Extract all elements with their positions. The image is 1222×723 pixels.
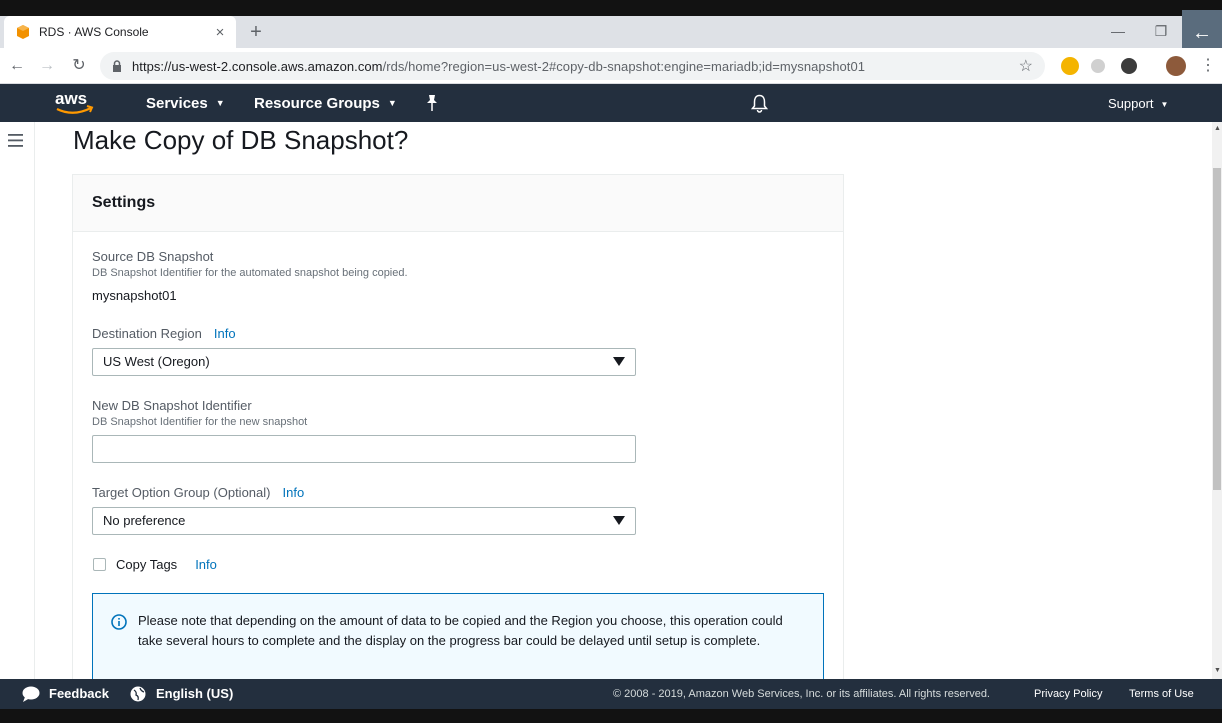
notice-text: Please note that depending on the amount… xyxy=(138,613,783,648)
browser-menu-icon[interactable]: ⋮ xyxy=(1196,54,1220,78)
option-group-select[interactable]: No preference xyxy=(92,507,636,535)
source-snapshot-value: mysnapshot01 xyxy=(92,288,177,303)
restore-icon[interactable]: ❐ xyxy=(1141,16,1181,48)
option-group-info-link[interactable]: Info xyxy=(282,485,304,500)
dropdown-arrow-icon xyxy=(613,516,625,525)
aws-top-nav: aws Services ▼ Resource Groups ▼ Support ▼ xyxy=(0,84,1222,122)
main-content: Make Copy of DB Snapshot? Settings Sourc… xyxy=(0,122,1212,679)
option-group-label-text: Target Option Group (Optional) xyxy=(92,485,271,500)
support-label: Support xyxy=(1108,96,1154,111)
copy-tags-label-text: Copy Tags xyxy=(116,557,178,572)
option-group-label: Target Option Group (Optional) Info xyxy=(92,485,304,500)
page-title: Make Copy of DB Snapshot? xyxy=(73,125,409,155)
services-menu[interactable]: Services ▼ xyxy=(146,84,225,122)
scrollbar-thumb[interactable] xyxy=(1213,168,1221,490)
hamburger-icon[interactable] xyxy=(8,134,23,147)
tab-close-icon[interactable]: × xyxy=(212,24,228,41)
copy-tags-label: Copy Tags Info xyxy=(116,557,217,572)
url-field[interactable]: https://us-west-2.console.aws.amazon.com… xyxy=(100,52,1045,80)
url-text: https://us-west-2.console.aws.amazon.com… xyxy=(132,59,1019,74)
chevron-down-icon: ▼ xyxy=(215,98,225,108)
destination-region-info-link[interactable]: Info xyxy=(214,326,236,341)
option-group-value: No preference xyxy=(103,513,186,528)
support-menu[interactable]: Support ▼ xyxy=(1108,84,1168,122)
services-label: Services xyxy=(146,95,208,112)
privacy-policy-link[interactable]: Privacy Policy xyxy=(1034,679,1102,709)
pin-icon[interactable] xyxy=(425,94,439,112)
aws-footer: Feedback English (US) © 2008 - 2019, Ama… xyxy=(0,679,1222,709)
browser-address-bar: ← → ↻ https://us-west-2.console.aws.amaz… xyxy=(0,48,1222,84)
bell-icon[interactable] xyxy=(751,94,768,113)
extension-glasses-icon[interactable] xyxy=(1061,57,1079,75)
settings-heading: Settings xyxy=(73,175,843,232)
copy-tags-checkbox[interactable] xyxy=(93,558,106,571)
tab-title: RDS · AWS Console xyxy=(39,25,149,39)
settings-panel: Settings Source DB Snapshot DB Snapshot … xyxy=(72,174,844,679)
profile-avatar[interactable] xyxy=(1166,56,1186,76)
extension-circle-icon[interactable] xyxy=(1091,59,1105,73)
star-icon[interactable]: ☆ xyxy=(1019,56,1033,76)
browser-tab-strip: RDS · AWS Console × + — ❐ xyxy=(0,16,1222,48)
url-path: /rds/home?region=us-west-2#copy-db-snaps… xyxy=(382,58,866,74)
destination-region-label: Destination Region Info xyxy=(92,326,236,341)
chevron-down-icon: ▼ xyxy=(1160,100,1169,109)
new-tab-button[interactable]: + xyxy=(246,20,266,44)
source-snapshot-desc: DB Snapshot Identifier for the automated… xyxy=(92,267,408,279)
chat-bubble-icon xyxy=(22,686,40,702)
destination-region-select[interactable]: US West (Oregon) xyxy=(92,348,636,376)
lock-icon xyxy=(113,60,121,72)
copyright-text: © 2008 - 2019, Amazon Web Services, Inc.… xyxy=(613,688,990,700)
feedback-link[interactable]: Feedback xyxy=(49,679,109,709)
chevron-down-icon: ▼ xyxy=(387,98,397,108)
os-bottom-bar xyxy=(0,709,1222,723)
aws-favicon-icon xyxy=(17,25,29,39)
resource-groups-label: Resource Groups xyxy=(254,95,380,112)
resource-groups-menu[interactable]: Resource Groups ▼ xyxy=(254,84,397,122)
minimize-icon[interactable]: — xyxy=(1098,16,1138,48)
copy-tags-info-link[interactable]: Info xyxy=(195,557,217,572)
destination-region-value: US West (Oregon) xyxy=(103,354,210,369)
new-snapshot-id-label: New DB Snapshot Identifier xyxy=(92,398,252,413)
reload-icon[interactable]: ↻ xyxy=(67,54,91,78)
back-arrow-icon[interactable]: ← xyxy=(5,54,29,78)
forward-arrow-icon[interactable]: → xyxy=(35,54,59,78)
extension-sound-icon[interactable] xyxy=(1121,58,1137,74)
copy-time-notice: Please note that depending on the amount… xyxy=(92,593,824,679)
browser-tab-rds[interactable]: RDS · AWS Console × xyxy=(4,16,236,48)
destination-region-label-text: Destination Region xyxy=(92,326,202,341)
scroll-down-icon[interactable]: ▼ xyxy=(1214,667,1221,674)
new-snapshot-id-input[interactable] xyxy=(92,435,636,463)
globe-icon xyxy=(130,686,146,702)
terms-of-use-link[interactable]: Terms of Use xyxy=(1129,679,1194,709)
aws-logo-text: aws xyxy=(55,89,87,108)
dropdown-arrow-icon xyxy=(613,357,625,366)
left-rail xyxy=(0,122,35,679)
source-snapshot-label: Source DB Snapshot xyxy=(92,249,214,264)
url-host: https://us-west-2.console.aws.amazon.com xyxy=(132,58,383,74)
language-selector[interactable]: English (US) xyxy=(156,679,233,709)
scroll-up-icon[interactable]: ▲ xyxy=(1214,125,1221,132)
new-snapshot-id-desc: DB Snapshot Identifier for the new snaps… xyxy=(92,416,308,428)
info-circle-icon xyxy=(111,614,127,630)
page-scrollbar[interactable]: ▲ ▼ xyxy=(1212,122,1222,679)
os-top-bar xyxy=(0,0,1222,16)
aws-logo[interactable]: aws xyxy=(55,89,95,117)
